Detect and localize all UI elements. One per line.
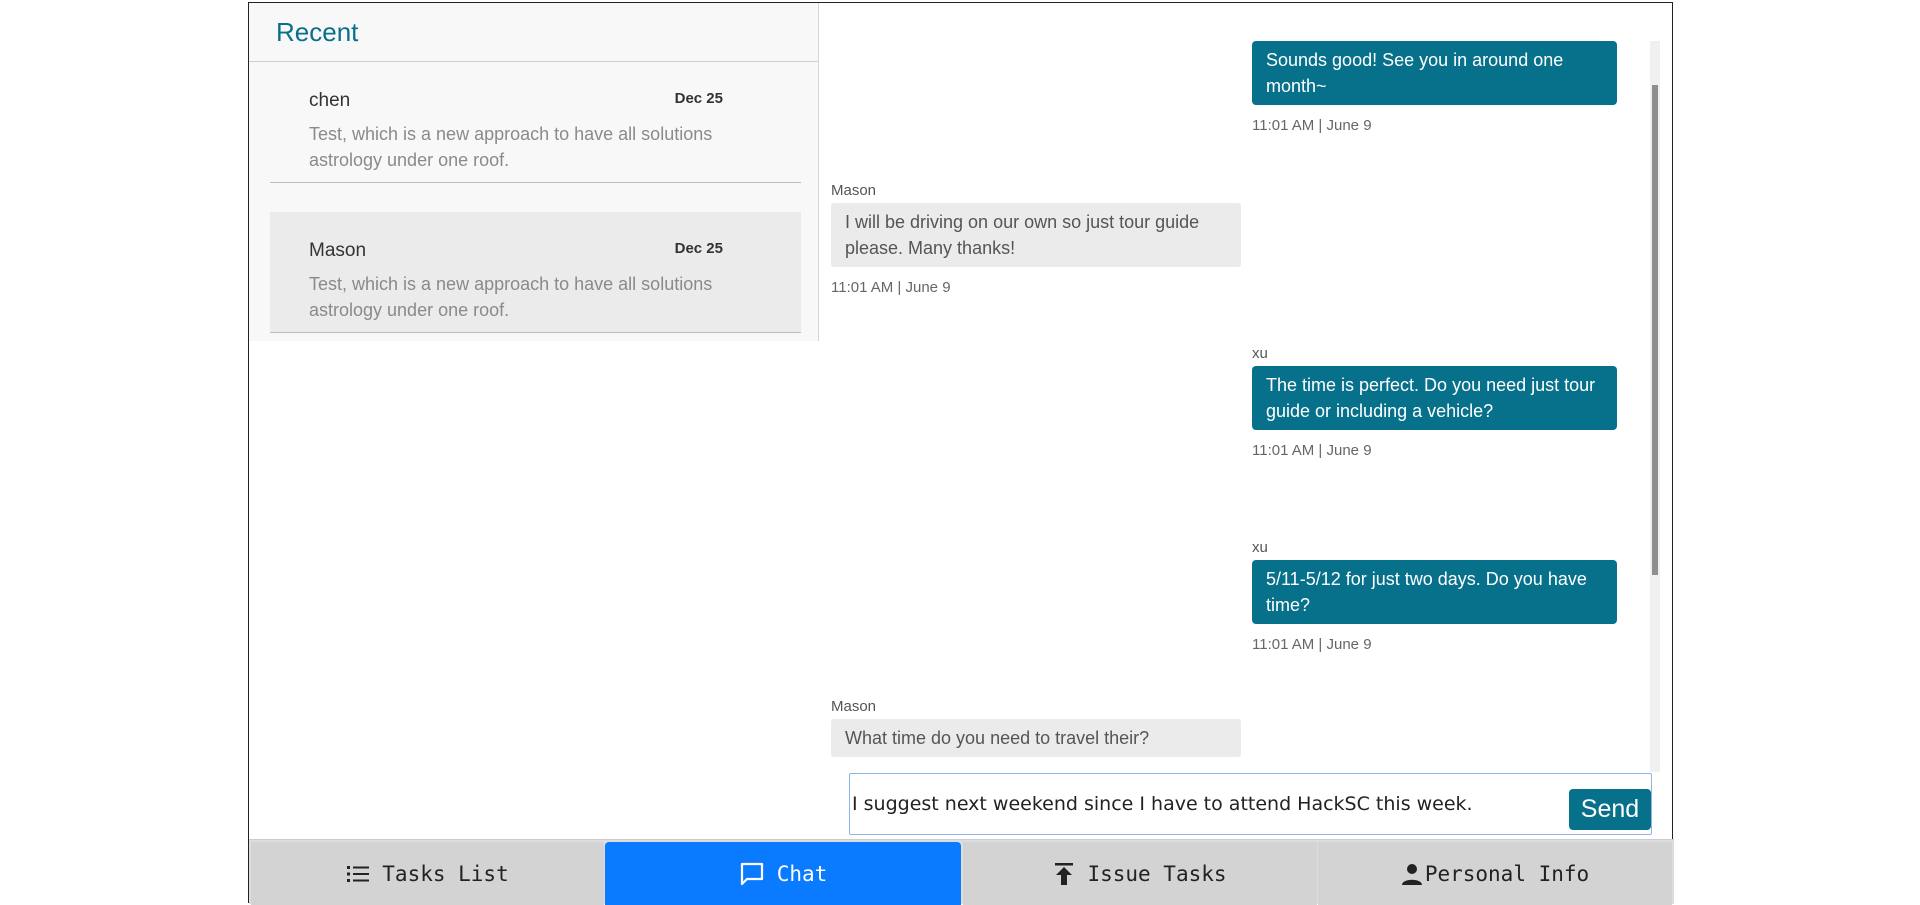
- message-time: 11:01 AM | June 9: [831, 279, 951, 296]
- message-bubble: Sounds good! See you in around one month…: [1252, 41, 1617, 105]
- chat-icon: [740, 862, 763, 885]
- message-outgoing: xu The time is perfect. Do you need just…: [1252, 345, 1617, 459]
- message-composer: Send: [849, 773, 1652, 835]
- conversation-date: Dec 25: [674, 240, 723, 257]
- message-sender: Mason: [831, 698, 877, 715]
- message-bubble: I will be driving on our own so just tou…: [831, 203, 1241, 267]
- bottom-tab-bar: Tasks List Chat Issue Tasks Personal Inf…: [249, 839, 1674, 905]
- tab-label: Issue Tasks: [1087, 861, 1227, 886]
- message-incoming: Mason What time do you need to travel th…: [831, 698, 1241, 757]
- message-time: 11:01 AM | June 9: [1252, 117, 1372, 134]
- message-time: 11:01 AM | June 9: [1252, 636, 1372, 653]
- conversation-date: Dec 25: [674, 90, 723, 107]
- recent-sidebar: Recent chen Dec 25 Test, which is a new …: [249, 3, 819, 341]
- message-time: 11:01 AM | June 9: [1252, 442, 1372, 459]
- conversation-item-chen[interactable]: chen Dec 25 Test, which is a new approac…: [270, 62, 801, 183]
- message-scrollbar[interactable]: [1650, 41, 1660, 772]
- message-incoming: Mason I will be driving on our own so ju…: [831, 182, 1241, 296]
- message-input[interactable]: [850, 774, 1540, 834]
- send-button[interactable]: Send: [1569, 789, 1651, 830]
- conversation-name: Mason: [309, 240, 367, 261]
- message-list[interactable]: Sounds good! See you in around one month…: [819, 41, 1652, 772]
- chat-panel: Sounds good! See you in around one month…: [819, 3, 1674, 838]
- message-sender: xu: [1252, 345, 1268, 362]
- tab-tasks-list[interactable]: Tasks List: [251, 842, 604, 905]
- tab-label: Tasks List: [382, 861, 509, 886]
- message-outgoing: Sounds good! See you in around one month…: [1252, 41, 1617, 134]
- message-outgoing: xu 5/11-5/12 for just two days. Do you h…: [1252, 539, 1617, 653]
- tab-chat[interactable]: Chat: [605, 842, 961, 905]
- message-sender: Mason: [831, 182, 877, 199]
- message-sender: xu: [1252, 539, 1268, 556]
- message-bubble: 5/11-5/12 for just two days. Do you have…: [1252, 560, 1617, 624]
- recent-title: Recent: [249, 3, 818, 62]
- app-frame: Recent chen Dec 25 Test, which is a new …: [248, 2, 1674, 905]
- conversation-item-mason[interactable]: Mason Dec 25 Test, which is a new approa…: [270, 212, 801, 333]
- list-icon: [347, 865, 370, 882]
- scrollbar-thumb[interactable]: [1652, 85, 1658, 575]
- conversation-preview: Test, which is a new approach to have al…: [309, 274, 713, 320]
- message-bubble: What time do you need to travel their?: [831, 719, 1241, 757]
- tab-personal-info[interactable]: Personal Info: [1318, 842, 1672, 905]
- upload-icon: [1055, 862, 1074, 885]
- tab-issue-tasks[interactable]: Issue Tasks: [963, 842, 1317, 905]
- conversation-preview: Test, which is a new approach to have al…: [309, 124, 713, 170]
- tab-label: Personal Info: [1424, 861, 1590, 886]
- conversation-name: chen: [309, 90, 351, 111]
- message-bubble: The time is perfect. Do you need just to…: [1252, 366, 1617, 430]
- tab-label: Chat: [776, 861, 828, 886]
- person-icon: [1401, 863, 1422, 885]
